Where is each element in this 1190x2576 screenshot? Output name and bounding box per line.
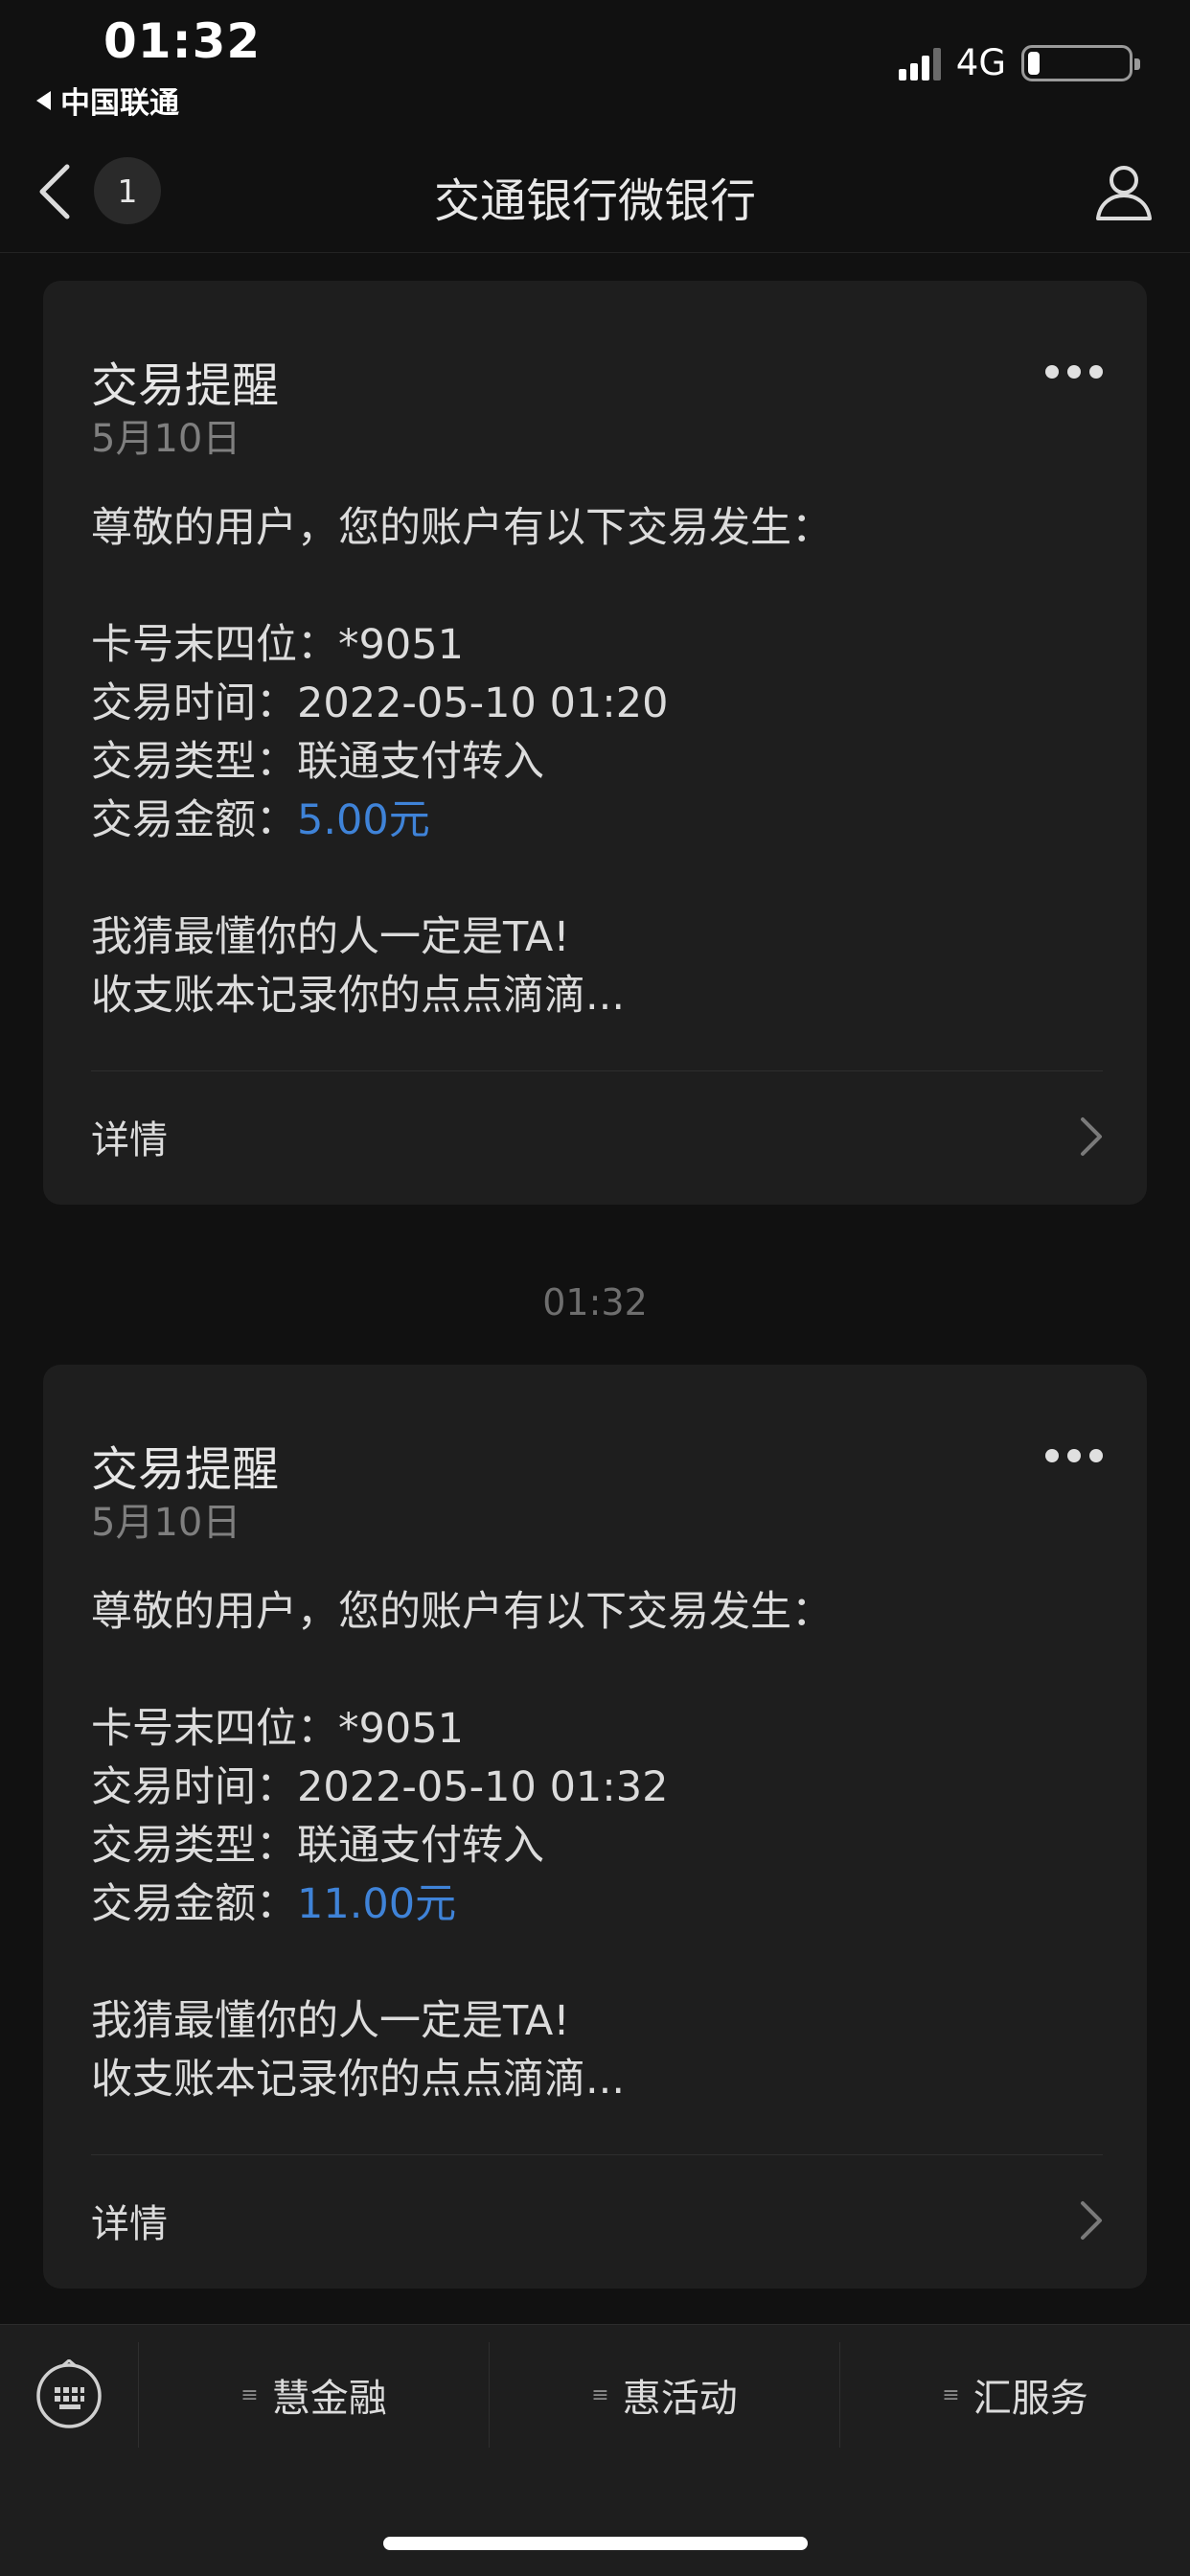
status-indicators: 4G: [898, 42, 1140, 83]
menu-item-finance[interactable]: ≡ 慧金融: [138, 2342, 489, 2448]
transaction-message-card: 交易提醒 5月10日 尊敬的用户，您的账户有以下交易发生： 卡号末四位：*905…: [43, 281, 1147, 1205]
card-number-value: *9051: [338, 621, 464, 669]
more-dots-icon: [1045, 365, 1059, 379]
menu-list-icon: ≡: [591, 2382, 609, 2407]
status-bar: 01:32 中国联通 4G: [0, 0, 1190, 134]
menu-list-icon: ≡: [942, 2382, 960, 2407]
battery-level: [1028, 51, 1040, 75]
chat-timestamp: 01:32: [542, 1281, 648, 1323]
menu-item-services[interactable]: ≡ 汇服务: [839, 2342, 1190, 2448]
transaction-time-value: 2022-05-10 01:32: [297, 1763, 669, 1811]
card-number-row: 卡号末四位：*9051: [91, 616, 833, 675]
transaction-type-label: 交易类型：: [91, 1822, 297, 1870]
back-to-app-arrow-icon: [36, 90, 51, 110]
chevron-right-icon: [1081, 1117, 1102, 1156]
transaction-time-row: 交易时间：2022-05-10 01:32: [91, 1759, 833, 1817]
transaction-time-label: 交易时间：: [91, 679, 297, 727]
card-body: 尊敬的用户，您的账户有以下交易发生： 卡号末四位：*9051 交易时间：2022…: [91, 1583, 833, 2109]
menu-list-icon: ≡: [240, 2382, 259, 2407]
transaction-type-value: 联通支付转入: [297, 1822, 544, 1870]
chevron-right-icon: [1081, 2201, 1102, 2240]
transaction-amount-value: 11.00元: [297, 1880, 457, 1928]
transaction-amount-row: 交易金额：11.00元: [91, 1875, 833, 1934]
transaction-amount-label: 交易金额：: [91, 796, 297, 844]
menu-item-label: 汇服务: [973, 2377, 1088, 2421]
transaction-time-value: 2022-05-10 01:20: [297, 679, 669, 727]
profile-button[interactable]: [1092, 161, 1156, 224]
nav-bar: 1 交通银行微银行: [0, 134, 1190, 253]
carrier-name: 中国联通: [60, 86, 179, 121]
transaction-type-row: 交易类型：联通支付转入: [91, 733, 833, 792]
keyboard-toggle-button[interactable]: [34, 2358, 103, 2428]
greeting-text: 尊敬的用户，您的账户有以下交易发生：: [91, 1588, 833, 1636]
status-time: 01:32: [103, 13, 262, 69]
person-icon: [1096, 166, 1152, 220]
detail-label: 详情: [91, 1118, 168, 1162]
transaction-amount-label: 交易金额：: [91, 1880, 297, 1928]
more-options-button[interactable]: [1045, 1449, 1103, 1462]
menu-item-label: 慧金融: [271, 2377, 387, 2421]
more-options-button[interactable]: [1045, 365, 1103, 379]
card-number-row: 卡号末四位：*9051: [91, 1700, 833, 1759]
keyboard-icon: [36, 2358, 102, 2428]
signal-strength-icon: [898, 46, 941, 80]
card-number-label: 卡号末四位：: [91, 1705, 338, 1753]
menu-item-label: 惠活动: [622, 2377, 738, 2421]
transaction-type-label: 交易类型：: [91, 738, 297, 786]
card-date: 5月10日: [91, 417, 241, 461]
card-title: 交易提醒: [91, 358, 280, 413]
transaction-time-label: 交易时间：: [91, 1763, 297, 1811]
promo-text-line-2: 收支账本记录你的点点滴滴...: [91, 972, 626, 1020]
card-number-label: 卡号末四位：: [91, 621, 338, 669]
transaction-type-value: 联通支付转入: [297, 738, 544, 786]
status-carrier[interactable]: 中国联通: [36, 79, 179, 122]
greeting-text: 尊敬的用户，您的账户有以下交易发生：: [91, 504, 833, 552]
battery-icon: [1021, 44, 1140, 81]
card-number-value: *9051: [338, 1705, 464, 1753]
transaction-type-row: 交易类型：联通支付转入: [91, 1817, 833, 1875]
more-dots-icon: [1045, 1449, 1059, 1462]
transaction-amount-value: 5.00元: [297, 796, 430, 844]
detail-link[interactable]: 详情: [91, 2155, 1103, 2286]
card-title: 交易提醒: [91, 1442, 280, 1497]
promo-text-line-1: 我猜最懂你的人一定是TA!: [91, 1997, 570, 2045]
transaction-time-row: 交易时间：2022-05-10 01:20: [91, 675, 833, 733]
menu-item-activities[interactable]: ≡ 惠活动: [489, 2342, 839, 2448]
card-date: 5月10日: [91, 1501, 241, 1545]
home-indicator[interactable]: [383, 2537, 808, 2550]
detail-link[interactable]: 详情: [91, 1071, 1103, 1202]
page-title: 交通银行微银行: [433, 174, 756, 228]
card-body: 尊敬的用户，您的账户有以下交易发生： 卡号末四位：*9051 交易时间：2022…: [91, 499, 833, 1025]
promo-text-line-2: 收支账本记录你的点点滴滴...: [91, 2056, 626, 2104]
transaction-message-card: 交易提醒 5月10日 尊敬的用户，您的账户有以下交易发生： 卡号末四位：*905…: [43, 1365, 1147, 2288]
network-type: 4G: [955, 42, 1006, 83]
transaction-amount-row: 交易金额：5.00元: [91, 792, 833, 850]
detail-label: 详情: [91, 2202, 168, 2246]
promo-text-line-1: 我猜最懂你的人一定是TA!: [91, 913, 570, 961]
